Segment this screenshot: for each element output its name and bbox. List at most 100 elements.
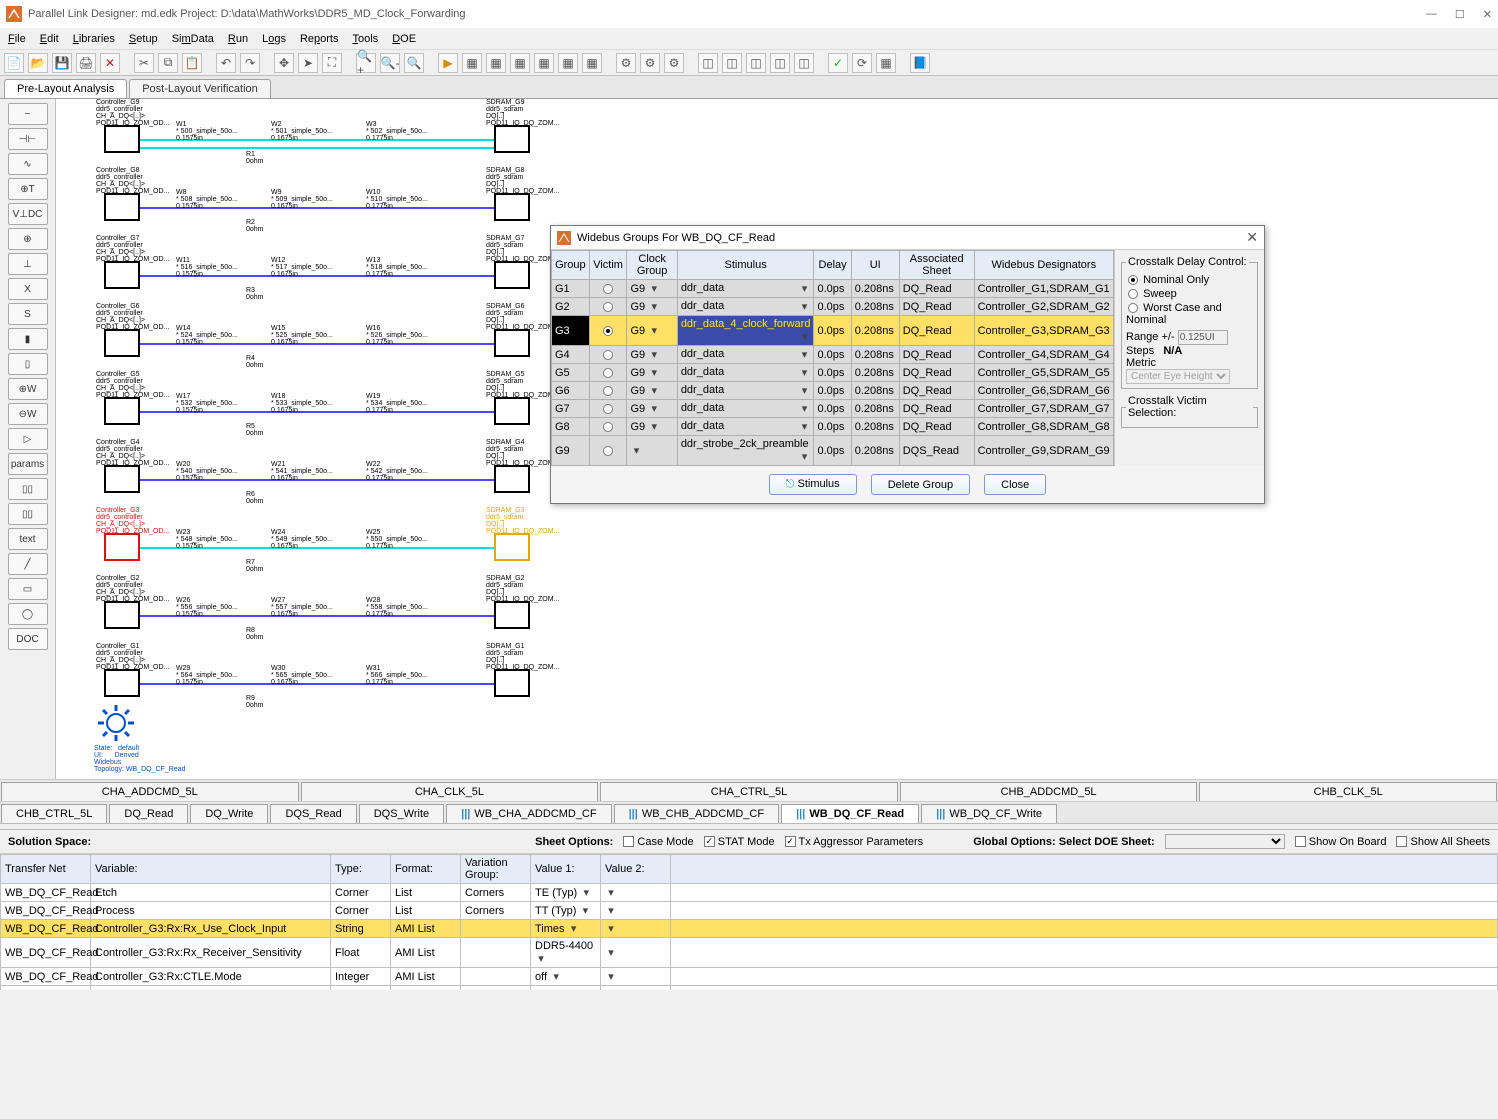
show-all-sheets-checkbox[interactable]: Show All Sheets <box>1396 836 1490 848</box>
report4-icon[interactable]: ▦ <box>534 53 554 73</box>
refresh-icon[interactable]: ⟳ <box>852 53 872 73</box>
show-on-board-checkbox[interactable]: Show On Board <box>1295 836 1387 848</box>
widebus-row[interactable]: G2G9 ▾ddr_data ▾0.0ps0.208nsDQ_ReadContr… <box>552 298 1114 316</box>
delete-icon[interactable]: ✕ <box>100 53 120 73</box>
redo-icon[interactable]: ↷ <box>240 53 260 73</box>
palette-19[interactable]: ▭ <box>8 578 48 600</box>
tool2-icon[interactable]: ⚙ <box>640 53 660 73</box>
widebus-row[interactable]: G5G9 ▾ddr_data ▾0.0ps0.208nsDQ_ReadContr… <box>552 364 1114 382</box>
new-icon[interactable]: 📄 <box>4 53 24 73</box>
view4-icon[interactable]: ◫ <box>770 53 790 73</box>
open-icon[interactable]: 📂 <box>28 53 48 73</box>
solution-row[interactable]: WB_DQ_CF_ReadProcessCornerListCornersTT … <box>1 902 1498 920</box>
config-icon[interactable]: ▦ <box>876 53 896 73</box>
palette-18[interactable]: ╱ <box>8 553 48 575</box>
sim-icon[interactable]: ▶ <box>438 53 458 73</box>
palette-5[interactable]: ⊕ <box>8 228 48 250</box>
close-window-button[interactable]: ✕ <box>1483 8 1492 21</box>
solution-row[interactable]: WB_DQ_CF_ReadController_G3:Rx:Rx_Use_Clo… <box>1 920 1498 938</box>
palette-21[interactable]: DOC <box>8 628 48 650</box>
tab-postlayout[interactable]: Post-Layout Verification <box>129 79 271 98</box>
solution-row[interactable]: WB_DQ_CF_ReadController_G3:Rx:CTLE.ModeI… <box>1 968 1498 986</box>
palette-9[interactable]: ▮ <box>8 328 48 350</box>
widebus-row[interactable]: G1G9 ▾ddr_data ▾0.0ps0.208nsDQ_ReadContr… <box>552 280 1114 298</box>
menu-setup[interactable]: Setup <box>129 33 158 45</box>
zoom-out-icon[interactable]: 🔍- <box>380 53 400 73</box>
widebus-row[interactable]: G7G9 ▾ddr_data ▾0.0ps0.208nsDQ_ReadContr… <box>552 400 1114 418</box>
menu-libraries[interactable]: Libraries <box>73 33 115 45</box>
palette-20[interactable]: ◯ <box>8 603 48 625</box>
schematic-tab[interactable]: |||WB_CHA_ADDCMD_CF <box>446 804 611 823</box>
report5-icon[interactable]: ▦ <box>558 53 578 73</box>
stat-mode-checkbox[interactable]: STAT Mode <box>704 836 775 848</box>
schematic-tab[interactable]: DQ_Read <box>109 804 188 823</box>
zoom-in-icon[interactable]: 🔍+ <box>356 53 376 73</box>
palette-13[interactable]: ▷ <box>8 428 48 450</box>
select-icon[interactable]: ➤ <box>298 53 318 73</box>
widebus-grid[interactable]: GroupVictimClock GroupStimulusDelayUIAss… <box>551 250 1114 466</box>
schematic-tab[interactable]: CHA_ADDCMD_5L <box>1 782 299 801</box>
zoom-region-icon[interactable]: 🔍 <box>404 53 424 73</box>
paste-icon[interactable]: 📋 <box>182 53 202 73</box>
palette-4[interactable]: V⊥DC <box>8 203 48 225</box>
palette-10[interactable]: ▯ <box>8 353 48 375</box>
splitter[interactable] <box>0 823 1498 830</box>
menu-simdata[interactable]: SimData <box>172 33 214 45</box>
solution-row[interactable]: WB_DQ_CF_ReadController_G3:Rx:Rx_Receive… <box>1 938 1498 968</box>
schematic-tab[interactable]: |||WB_DQ_CF_Write <box>921 804 1057 823</box>
help-icon[interactable]: 📘 <box>910 53 930 73</box>
delete-group-button[interactable]: Delete Group <box>871 474 970 495</box>
palette-3[interactable]: ⊕T <box>8 178 48 200</box>
maximize-button[interactable]: ☐ <box>1455 8 1465 21</box>
solution-row[interactable]: WB_DQ_CF_ReadController_G3:Rx:CTLE.Confi… <box>1 986 1498 991</box>
schematic-tab[interactable]: CHA_CTRL_5L <box>600 782 898 801</box>
palette-12[interactable]: ⊖W <box>8 403 48 425</box>
schematic-tab[interactable]: CHB_CLK_5L <box>1199 782 1497 801</box>
doe-sheet-select[interactable] <box>1165 834 1285 849</box>
palette-0[interactable]: ~ <box>8 103 48 125</box>
report1-icon[interactable]: ▦ <box>462 53 482 73</box>
widebus-row[interactable]: G6G9 ▾ddr_data ▾0.0ps0.208nsDQ_ReadContr… <box>552 382 1114 400</box>
widebus-row[interactable]: G4G9 ▾ddr_data ▾0.0ps0.208nsDQ_ReadContr… <box>552 346 1114 364</box>
palette-8[interactable]: S <box>8 303 48 325</box>
nominal-radio[interactable]: Nominal Only <box>1126 274 1253 286</box>
menu-logs[interactable]: Logs <box>262 33 286 45</box>
dialog-close-icon[interactable]: ✕ <box>1246 229 1258 246</box>
palette-17[interactable]: text <box>8 528 48 550</box>
stimulus-button[interactable]: ⎋ Stimulus <box>769 474 857 495</box>
tx-aggressor-checkbox[interactable]: Tx Aggressor Parameters <box>785 836 924 848</box>
palette-11[interactable]: ⊕W <box>8 378 48 400</box>
worstcase-radio[interactable]: Worst Case and Nominal <box>1126 302 1253 326</box>
menu-file[interactable]: File <box>8 33 26 45</box>
menu-edit[interactable]: Edit <box>40 33 59 45</box>
minimize-button[interactable]: — <box>1426 8 1437 21</box>
print-icon[interactable]: 🖨 <box>76 53 96 73</box>
menu-doe[interactable]: DOE <box>392 33 416 45</box>
menu-tools[interactable]: Tools <box>353 33 379 45</box>
palette-6[interactable]: ⊥ <box>8 253 48 275</box>
report6-icon[interactable]: ▦ <box>582 53 602 73</box>
palette-15[interactable]: ▯▯ <box>8 478 48 500</box>
schematic-tab[interactable]: |||WB_DQ_CF_Read <box>781 804 919 823</box>
palette-16[interactable]: ▯▯ <box>8 503 48 525</box>
view1-icon[interactable]: ◫ <box>698 53 718 73</box>
view5-icon[interactable]: ◫ <box>794 53 814 73</box>
schematic-tab[interactable]: CHB_CTRL_5L <box>1 804 107 823</box>
tool1-icon[interactable]: ⚙ <box>616 53 636 73</box>
solution-space-grid[interactable]: Transfer NetVariable:Type:Format:Variati… <box>0 854 1498 990</box>
palette-1[interactable]: ⊣⊢ <box>8 128 48 150</box>
tool3-icon[interactable]: ⚙ <box>664 53 684 73</box>
close-button[interactable]: Close <box>984 474 1046 495</box>
tab-prelayout[interactable]: Pre-Layout Analysis <box>4 79 127 98</box>
view2-icon[interactable]: ◫ <box>722 53 742 73</box>
report3-icon[interactable]: ▦ <box>510 53 530 73</box>
widebus-row[interactable]: G3G9 ▾ddr_data_4_clock_forward ▾0.0ps0.2… <box>552 316 1114 346</box>
schematic-tab[interactable]: DQS_Write <box>359 804 444 823</box>
schematic-tab[interactable]: CHA_CLK_5L <box>301 782 599 801</box>
view3-icon[interactable]: ◫ <box>746 53 766 73</box>
schematic-tab[interactable]: CHB_ADDCMD_5L <box>900 782 1198 801</box>
widebus-row[interactable]: G9 ▾ddr_strobe_2ck_preamble ▾0.0ps0.208n… <box>552 436 1114 466</box>
cut-icon[interactable]: ✂ <box>134 53 154 73</box>
zoom-fit-icon[interactable]: ⛶ <box>322 53 342 73</box>
save-icon[interactable]: 💾 <box>52 53 72 73</box>
